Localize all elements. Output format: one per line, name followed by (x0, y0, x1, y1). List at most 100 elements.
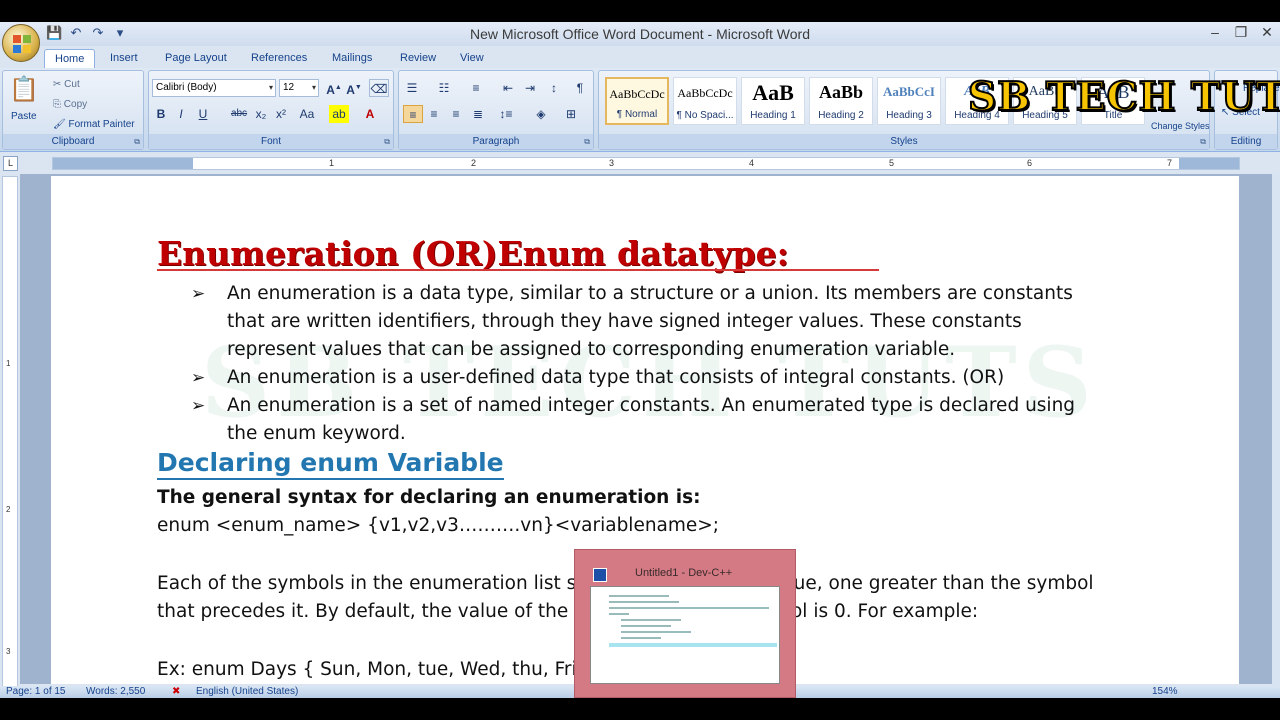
decrease-indent-icon[interactable]: ⇤ (499, 79, 517, 97)
ruler-number: 2 (471, 158, 477, 168)
ruler-number: 3 (609, 158, 615, 168)
style-no-spacing[interactable]: AaBbCcDc ¶ No Spaci... (673, 77, 737, 125)
align-center-icon[interactable]: ≡ (425, 105, 443, 123)
tab-home[interactable]: Home (44, 49, 96, 68)
styles-label: Styles (599, 134, 1209, 149)
tab-selector-icon[interactable]: L (3, 156, 18, 171)
borders-icon[interactable]: ⊞ (561, 105, 581, 123)
list-item: ➢ An enumeration is a user-defined data t… (191, 364, 1111, 392)
style-normal[interactable]: AaBbCcDc ¶ Normal (605, 77, 669, 125)
shading-icon[interactable]: ◈ (531, 105, 551, 123)
vertical-ruler[interactable]: 1 2 3 (2, 176, 18, 696)
style-heading-2[interactable]: AaBb Heading 2 (809, 77, 873, 125)
chevron-down-icon: ▾ (311, 83, 316, 92)
list-item: ➢ An enumeration is a data type, similar … (191, 280, 1111, 364)
format-painter-button[interactable]: 🖌 Format Painter (53, 119, 135, 130)
bullets-icon[interactable]: ☰ (403, 79, 421, 97)
title-underline (157, 269, 879, 271)
paste-icon[interactable]: 📋 (9, 75, 39, 105)
code-line (609, 595, 669, 597)
proofing-icon[interactable]: ✖ (172, 686, 180, 697)
horizontal-ruler[interactable]: 1 2 3 4 5 6 7 (52, 157, 1240, 170)
example-line: Ex: enum Days { Sun, Mon, tue, Wed, thu,… (157, 659, 643, 680)
copy-button[interactable]: ⎘ Copy (53, 99, 87, 110)
align-right-icon[interactable]: ≡ (447, 105, 465, 123)
code-line (609, 607, 769, 609)
italic-icon[interactable]: I (173, 105, 189, 123)
sort-icon[interactable]: ↕ (545, 79, 563, 97)
subscript-icon[interactable]: x₂ (253, 105, 269, 123)
copy-label: Copy (63, 99, 88, 110)
justify-icon[interactable]: ≣ (469, 105, 487, 123)
word-count[interactable]: Words: 2,550 (86, 686, 145, 697)
strikethrough-icon[interactable]: abc (229, 105, 249, 123)
line-spacing-icon[interactable]: ↕≡ (495, 105, 517, 123)
font-name-combo[interactable]: Calibri (Body) ▾ (152, 79, 276, 97)
font-size-combo[interactable]: 12 ▾ (279, 79, 319, 97)
tab-references[interactable]: References (241, 49, 317, 68)
close-button[interactable]: ✕ (1254, 22, 1280, 42)
multilevel-list-icon[interactable]: ≡ (467, 79, 485, 97)
numbering-icon[interactable]: ☷ (435, 79, 453, 97)
minimize-button[interactable]: – (1202, 22, 1228, 42)
style-sample: AaBbCcI (882, 84, 935, 99)
screen: 💾 ↶ ↷ ▾ New Microsoft Office Word Docume… (0, 0, 1280, 720)
increase-indent-icon[interactable]: ⇥ (521, 79, 539, 97)
thumbnail-preview[interactable] (590, 586, 780, 684)
current-line-highlight (609, 643, 777, 647)
syntax-intro: The general syntax for declaring an enum… (157, 487, 701, 508)
copy-icon: ⎘ (53, 99, 64, 110)
paste-button[interactable]: Paste (11, 111, 37, 122)
syntax-line: enum <enum_name> {v1,v2,v3……….vn}<variab… (157, 515, 720, 536)
ruler-row: L 1 2 3 4 5 6 7 (0, 153, 1280, 173)
paragraph-launcher-icon[interactable]: ⧉ (584, 137, 590, 147)
paragraph-label: Paragraph (399, 134, 593, 149)
ruler-left-margin (53, 158, 193, 169)
show-paragraph-marks-icon[interactable]: ¶ (571, 79, 589, 97)
shrink-font-icon[interactable]: A▼ (345, 79, 363, 97)
superscript-icon[interactable]: x² (273, 105, 289, 123)
bullet-text: An enumeration is a user-defined data ty… (227, 367, 1005, 388)
styles-launcher-icon[interactable]: ⧉ (1200, 137, 1206, 147)
font-color-icon[interactable]: A (361, 105, 379, 123)
title-bar: 💾 ↶ ↷ ▾ New Microsoft Office Word Docume… (0, 22, 1280, 46)
vertical-scrollbar[interactable] (1272, 174, 1280, 694)
cut-label: Cut (64, 79, 80, 90)
zoom-level[interactable]: 154% (1152, 686, 1178, 697)
tab-review[interactable]: Review (390, 49, 446, 68)
office-button[interactable] (2, 24, 40, 62)
tab-mailings[interactable]: Mailings (322, 49, 382, 68)
taskbar-thumbnail[interactable]: Untitled1 - Dev-C++ (574, 549, 796, 698)
restore-button[interactable]: ❐ (1228, 22, 1254, 42)
style-heading-3[interactable]: AaBbCcI Heading 3 (877, 77, 941, 125)
tab-page-layout[interactable]: Page Layout (155, 49, 237, 68)
ruler-number: 5 (889, 158, 895, 168)
bullet-list: ➢ An enumeration is a data type, similar … (191, 280, 1111, 448)
page-count[interactable]: Page: 1 of 15 (6, 686, 66, 697)
font-launcher-icon[interactable]: ⧉ (384, 137, 390, 147)
bullet-text: An enumeration is a data type, similar t… (227, 283, 1073, 360)
language[interactable]: English (United States) (196, 686, 298, 697)
highlight-icon[interactable]: ab (329, 105, 349, 123)
ruler-number: 3 (6, 647, 11, 656)
clipboard-launcher-icon[interactable]: ⧉ (134, 137, 140, 147)
style-heading-1[interactable]: AaB Heading 1 (741, 77, 805, 125)
grow-font-icon[interactable]: A▲ (325, 79, 343, 97)
clipboard-label: Clipboard (3, 134, 143, 149)
change-case-icon[interactable]: Aa (295, 105, 319, 123)
change-styles-button[interactable]: Change Styles (1151, 121, 1210, 131)
tab-view[interactable]: View (450, 49, 494, 68)
tab-insert[interactable]: Insert (100, 49, 148, 68)
bold-icon[interactable]: B (153, 105, 169, 123)
style-name: Heading 1 (750, 110, 796, 121)
ruler-right-margin (1179, 158, 1239, 169)
underline-icon[interactable]: U (195, 105, 211, 123)
code-line (621, 631, 691, 633)
align-left-icon[interactable]: ≡ (403, 105, 423, 123)
style-name: Heading 2 (818, 110, 864, 121)
cut-button[interactable]: ✂ Cut (53, 79, 80, 90)
clear-formatting-icon[interactable]: ⌫ (369, 79, 389, 97)
ruler-number: 2 (6, 505, 11, 514)
cut-icon: ✂ (53, 79, 65, 90)
format-painter-icon: 🖌 (53, 119, 69, 130)
